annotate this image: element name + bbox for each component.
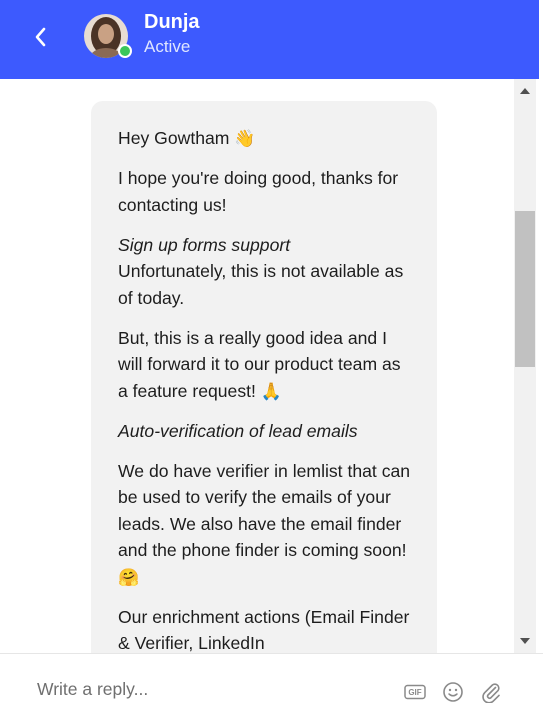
verifier-paragraph: We do have verifier in lemlist that can … [118,458,411,591]
reply-input[interactable] [24,670,397,708]
paperclip-icon [482,683,500,703]
gif-icon: GIF [404,684,426,700]
section-title-sign-up-forms: Sign up forms support [118,234,291,255]
chat-header: Dunja Active [0,0,543,79]
conversation-scrollbar[interactable] [514,79,536,653]
back-button[interactable] [24,20,58,54]
section-sign-up-forms: Sign up forms support Unfortunately, thi… [118,232,411,312]
scroll-down-button[interactable] [514,629,536,653]
gif-label: GIF [408,688,421,697]
emoji-button[interactable] [441,680,465,704]
online-status-dot [118,44,132,58]
section-title-text: Auto-verification of lead emails [118,420,358,441]
greeting-line: Hey Gowtham 👋 [118,125,411,152]
message-bubble: Hey Gowtham 👋 I hope you're doing good, … [91,101,437,653]
waving-hand-emoji: 👋 [234,129,256,148]
reply-composer: GIF [0,653,543,724]
agent-name: Dunja [144,11,200,33]
agent-status: Active [144,37,191,56]
hugging-face-emoji: 🤗 [118,567,140,587]
smiley-icon [443,682,463,702]
scrollbar-thumb[interactable] [515,211,535,367]
section-title-auto-verification: Auto-verification of lead emails [118,418,411,445]
agent-avatar [84,14,132,58]
triangle-down-icon [520,638,530,644]
intro-text: I hope you're doing good, thanks for con… [118,168,399,215]
gif-button[interactable]: GIF [403,680,427,704]
enrichment-paragraph: Our enrichment actions (Email Finder & V… [118,606,410,654]
chevron-left-icon [35,27,46,47]
feature-request-paragraph: But, this is a really good idea and I wi… [118,325,411,405]
verifier-text: We do have verifier in lemlist that can … [118,460,411,561]
section-body-sign-up-forms: Unfortunately, this is not available as … [118,261,404,308]
feature-request-text: But, this is a really good idea and I wi… [118,327,401,401]
folded-hands-emoji: 🙏 [260,381,282,401]
scroll-up-button[interactable] [514,79,536,103]
triangle-up-icon [520,88,530,94]
attach-button[interactable] [479,680,503,704]
greeting-text: Hey Gowtham [118,128,230,148]
conversation-area: Hey Gowtham 👋 I hope you're doing good, … [0,79,514,653]
